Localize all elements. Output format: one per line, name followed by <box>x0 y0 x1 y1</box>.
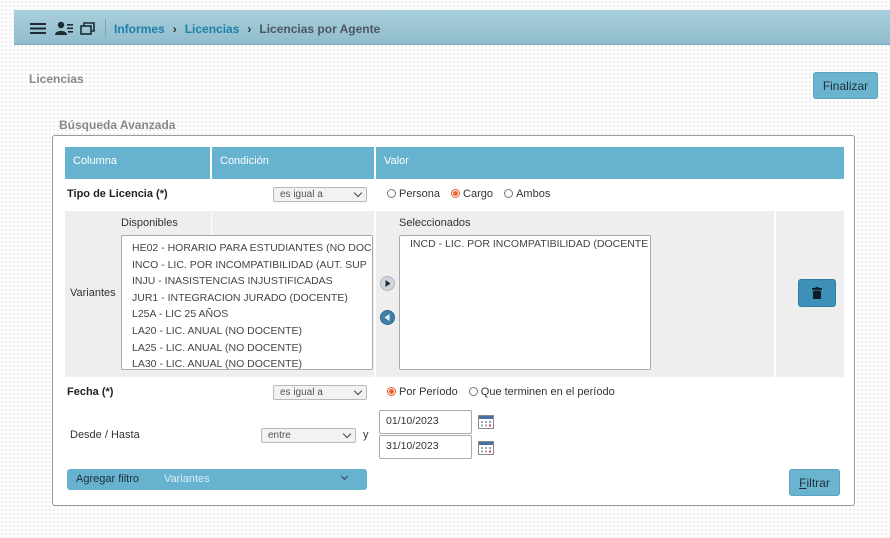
separator <box>105 19 106 36</box>
desde-hasta-condition-value: entre <box>268 430 291 441</box>
desde-hasta-condition-select[interactable]: entre <box>261 428 356 443</box>
add-icon[interactable] <box>380 276 395 291</box>
hasta-input[interactable]: 31/10/2023 <box>379 435 472 459</box>
disponibles-label: Disponibles <box>121 217 178 229</box>
list-item[interactable]: LA30 - LIC. ANUAL (NO DOCENTE) <box>122 356 372 369</box>
chevron-right-icon: › <box>247 22 252 36</box>
delete-button[interactable] <box>798 279 836 307</box>
fecha-condition-value: es igual a <box>280 387 323 398</box>
list-item[interactable]: L25A - LIC 25 AÑOS <box>122 306 372 323</box>
tipo-condition-select[interactable]: es igual a <box>273 187 367 202</box>
list-item[interactable]: INCO - LIC. POR INCOMPATIBILIDAD (AUT. S… <box>122 257 372 274</box>
chevron-down-icon <box>340 472 349 481</box>
radio-persona[interactable]: Persona <box>387 188 440 200</box>
header-columna: Columna <box>65 147 210 179</box>
header-condicion: Condición <box>212 147 374 179</box>
tipo-licencia-label: Tipo de Licencia (*) <box>67 188 168 200</box>
radio-por-periodo-circle[interactable] <box>387 387 396 396</box>
windows-icon[interactable] <box>80 22 95 35</box>
filtrar-button[interactable]: Filtrar <box>789 469 840 496</box>
chevron-down-icon <box>342 429 352 439</box>
fecha-label: Fecha (*) <box>67 386 114 398</box>
list-item[interactable]: HE02 - HORARIO PARA ESTUDIANTES (NO DOC <box>122 240 372 257</box>
calendar-icon[interactable] <box>478 415 494 429</box>
radio-ambos[interactable]: Ambos <box>504 188 550 200</box>
desde-hasta-joiner: y <box>363 429 369 441</box>
radio-cargo-label: Cargo <box>463 188 494 200</box>
advanced-search-title: Búsqueda Avanzada <box>59 118 176 132</box>
list-item[interactable]: INCD - LIC. POR INCOMPATIBILIDAD (DOCENT… <box>400 236 650 253</box>
desde-hasta-label: Desde / Hasta <box>70 429 140 441</box>
filtrar-mnemonic: F <box>799 475 807 490</box>
radio-persona-label: Persona <box>399 188 440 200</box>
fecha-condition-select[interactable]: es igual a <box>273 385 367 400</box>
disponibles-list[interactable]: HE02 - HORARIO PARA ESTUDIANTES (NO DOC … <box>121 235 373 370</box>
seleccionados-label: Seleccionados <box>399 217 471 229</box>
page-title: Licencias <box>29 72 84 86</box>
top-bar: Informes › Licencias › Licencias por Agente <box>14 10 890 45</box>
agregar-filtro-label: Agregar filtro <box>76 473 139 485</box>
advanced-search-panel: Columna Condición Valor Tipo de Licencia… <box>52 135 855 506</box>
list-item[interactable]: INJU - INASISTENCIAS INJUSTIFICADAS <box>122 273 372 290</box>
breadcrumb-informes[interactable]: Informes <box>114 22 165 36</box>
radio-cargo[interactable]: Cargo <box>451 188 493 200</box>
breadcrumb-current: Licencias por Agente <box>259 22 381 36</box>
fecha-radio-group: Por Período Que terminen en el período <box>387 386 615 398</box>
radio-que-terminen-label: Que terminen en el período <box>480 386 615 398</box>
breadcrumb-licencias[interactable]: Licencias <box>185 22 240 36</box>
radio-ambos-circle[interactable] <box>504 189 514 198</box>
header-valor: Valor <box>376 147 844 179</box>
radio-ambos-label: Ambos <box>516 188 551 200</box>
list-item[interactable]: JUR1 - INTEGRACION JURADO (DOCENTE) <box>122 290 372 307</box>
calendar-icon[interactable] <box>478 441 494 455</box>
variantes-label: Variantes <box>70 287 116 299</box>
user-list-icon[interactable] <box>55 21 73 36</box>
radio-cargo-circle[interactable] <box>451 189 461 198</box>
tipo-radio-group: Persona Cargo Ambos <box>387 188 550 200</box>
remove-icon[interactable] <box>380 310 395 325</box>
radio-que-terminen[interactable]: Que terminen en el período <box>468 386 615 398</box>
list-item[interactable]: LA20 - LIC. ANUAL (NO DOCENTE) <box>122 323 372 340</box>
chevron-right-icon: › <box>172 22 177 36</box>
radio-persona-circle[interactable] <box>387 189 396 198</box>
chevron-down-icon <box>353 386 363 396</box>
chevron-down-icon <box>353 188 363 198</box>
tipo-condition-value: es igual a <box>280 189 323 200</box>
radio-por-periodo-label: Por Período <box>399 386 458 398</box>
menu-icon[interactable] <box>30 22 46 35</box>
radio-que-terminen-circle[interactable] <box>468 387 478 396</box>
finalizar-button[interactable]: Finalizar <box>813 72 878 99</box>
agregar-filtro-value: Variantes <box>164 473 210 485</box>
agregar-filtro-select[interactable]: Agregar filtro Variantes <box>67 469 367 490</box>
trash-icon <box>812 287 822 299</box>
filtrar-rest: iltrar <box>806 475 830 490</box>
divider <box>211 211 212 235</box>
breadcrumb: Informes › Licencias › Licencias por Agente <box>114 22 380 36</box>
desde-input[interactable]: 01/10/2023 <box>379 410 472 434</box>
seleccionados-list[interactable]: INCD - LIC. POR INCOMPATIBILIDAD (DOCENT… <box>399 235 651 370</box>
list-item[interactable]: LA25 - LIC. ANUAL (NO DOCENTE) <box>122 340 372 357</box>
radio-por-periodo[interactable]: Por Período <box>387 386 458 398</box>
